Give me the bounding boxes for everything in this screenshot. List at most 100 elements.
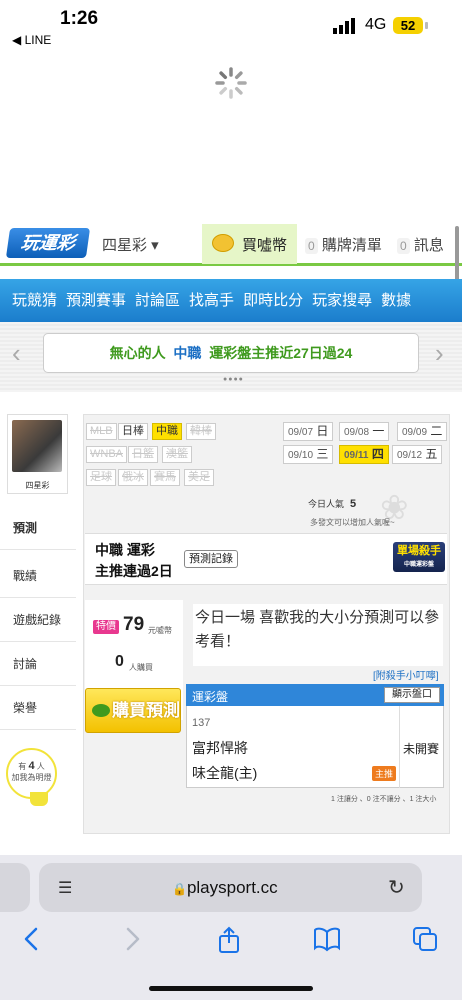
league-chip-nfl[interactable]: 美足 [184,469,214,486]
popularity-label: 今日人氣 [308,499,345,509]
league-chip-mlb[interactable]: MLB [86,423,117,440]
battery-icon: 52 [393,17,423,34]
league-chip-jbl[interactable]: 日籃 [128,446,158,463]
price-unit: 元噓幣 [148,626,172,635]
popularity: 今日人氣 5 [308,497,356,510]
date-tab[interactable]: 09/08 一 [339,422,390,441]
date-tab-day: 一 [372,424,385,438]
sidebar-item-predictions[interactable]: 預測 [0,506,76,550]
game-table-title: 運彩盤 [192,690,229,704]
league-chip-nbl[interactable]: 澳籃 [162,446,192,463]
avatar[interactable] [12,420,62,472]
date-tab-date: 09/07 [288,427,314,438]
sidebar-item-game-log[interactable]: 遊戲紀錄 [0,598,76,642]
date-tab[interactable]: 09/07 日 [283,422,334,441]
price-value: 79 [123,614,145,635]
msg-count: 0 [397,238,410,254]
nav-item-predictions[interactable]: 預測賽事 [66,279,126,322]
league-chip-cpbl[interactable]: 中職 [152,423,182,440]
league-chip-kbo[interactable]: 韓棒 [186,423,216,440]
banner-headline[interactable]: 無心的人 中職 運彩盤主推近27日過24 [43,333,419,373]
popularity-value: 5 [350,498,357,510]
date-tab-date: 09/08 [344,427,370,438]
main-pick-tag: 主推 [372,766,397,781]
divider [399,706,400,788]
date-tab-day: 二 [430,424,443,438]
signal-icon [333,18,355,34]
battery-tip [425,22,428,29]
back-to-app-link[interactable]: ◀ LINE [12,33,51,47]
away-team: 富邦悍將 [192,740,248,756]
nav-item-forum[interactable]: 討論區 [135,279,180,322]
banner-prev-button[interactable]: ‹ [12,338,21,369]
date-tab-date: 09/11 [344,450,369,461]
home-indicator[interactable] [149,986,313,991]
date-tab-date: 09/10 [288,450,314,461]
league-chip-wnba[interactable]: WNBA [86,446,127,463]
share-icon[interactable] [216,926,242,954]
reload-icon[interactable]: ↻ [388,875,405,900]
cart-count: 0 [305,238,318,254]
headline-streak: 主推連過2日 [95,563,173,579]
bookmarks-icon[interactable] [313,926,341,952]
lightbulb-icon [30,792,48,806]
league-chip-npb[interactable]: 日棒 [118,423,148,440]
buy-coin-label[interactable]: 買噓幣 [242,234,287,255]
game-select-dropdown[interactable]: 四星彩 ▾ [102,234,159,255]
banner-text: 運彩盤主推近27日過24 [209,345,353,361]
tabs-icon[interactable] [412,926,438,952]
messages-link[interactable]: 0 訊息 [397,234,444,255]
nav-item-live-scores[interactable]: 即時比分 [243,279,303,322]
profile-name: 四星彩 [25,481,50,490]
killer-sub: 中職運彩盤 [403,562,434,568]
badge-count: 4 [28,760,35,772]
lock-icon: 🔒 [172,882,187,896]
league-chip-khl[interactable]: 俄冰 [118,469,148,486]
nav-item-player-search[interactable]: 玩家搜尋 [312,279,372,322]
back-icon[interactable] [20,926,44,952]
date-tab-date: 09/12 [397,450,423,461]
date-tab-selected[interactable]: 09/11 四 [339,445,389,464]
buyer-unit: 人購買 [129,663,153,672]
banner-league: 中職 [173,345,202,361]
badge-unit: 人 [36,762,45,771]
sidebar-item-discussion[interactable]: 討論 [0,642,76,686]
sidebar-item-record[interactable]: 戰績 [0,554,76,598]
nav-item-find-experts[interactable]: 找高手 [189,279,234,322]
game-status: 未開賽 [403,742,440,756]
prediction-record-button[interactable]: 預測記錄 [184,550,238,568]
home-team: 味全龍(主) [192,765,258,781]
killer-tips-link[interactable]: [附殺手小叮嚀] [373,667,439,682]
game-number: 137 [192,717,211,729]
forward-icon[interactable] [120,926,144,952]
headline-league: 中職 運彩 [95,542,155,558]
previous-tab-preview[interactable] [0,863,30,912]
killer-badge: 單場殺手 中職運彩盤 [393,542,445,572]
banner-next-button[interactable]: › [435,338,444,369]
pick-legend: 1 注讓分 、0 注不讓分 、1 注大小 [331,796,437,803]
nav-item-play-guess[interactable]: 玩競猜 [12,279,57,322]
league-chip-horse[interactable]: 賽馬 [150,469,180,486]
cart-link[interactable]: 0 購牌清單 [305,234,382,255]
nav-item-data[interactable]: 數據 [381,279,411,322]
date-tab[interactable]: 09/12 五 [392,445,443,464]
date-tab-date: 09/09 [402,427,428,438]
sidebar-item-honors[interactable]: 榮譽 [0,686,76,730]
killer-title: 單場殺手 [397,545,441,557]
show-odds-button[interactable]: 顯示盤口 [384,687,440,703]
reader-icon[interactable]: ☰ [58,878,72,898]
banner-pagination-dots[interactable]: ●●●● [223,376,244,383]
date-tab-day: 四 [371,447,384,461]
url-display[interactable]: 🔒playsport.cc [172,878,278,898]
league-chip-soccer[interactable]: 足球 [86,469,116,486]
coin-icon [212,234,234,252]
url-text: playsport.cc [186,878,278,897]
loading-spinner-icon [215,67,247,99]
msg-label: 訊息 [413,237,444,254]
date-tab[interactable]: 09/09 二 [397,422,448,441]
date-tab[interactable]: 09/10 三 [283,445,334,464]
buyer-count: 0 [115,653,124,670]
main-nav: 玩競猜 預測賽事 討論區 找高手 即時比分 玩家搜尋 數據 [0,279,462,322]
site-logo[interactable]: 玩運彩 [5,228,91,258]
date-tab-day: 五 [425,447,438,461]
